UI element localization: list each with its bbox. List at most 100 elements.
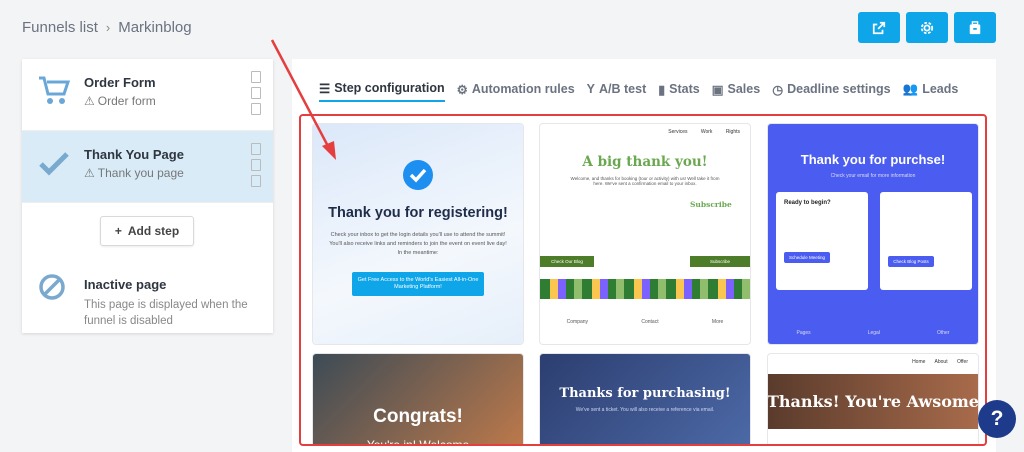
template-card-registration[interactable]: Thank you for registering! Check your in… [313, 124, 523, 344]
tab-stats[interactable]: ▮ Stats [658, 76, 699, 102]
template-card-congrats[interactable]: Congrats! You're in! Welcome [313, 354, 523, 446]
template-card-awesome[interactable]: Home About Offer Thanks! You're Awsome [768, 354, 978, 444]
template-nav: Home About Offer [912, 359, 968, 365]
template-subheading: You're in! Welcome [366, 438, 470, 446]
template-nav: Services Work Rights [668, 129, 740, 135]
footer-item: Legal [867, 330, 880, 336]
box-title: Ready to begin? [784, 200, 831, 206]
tab-deadline-settings[interactable]: ◷ Deadline settings [772, 76, 890, 102]
users-icon: 👥 [902, 81, 919, 96]
template-grid: Thank you for registering! Check your in… [299, 114, 987, 446]
template-heading: Thank you for registering! [328, 205, 508, 221]
trash-icon[interactable] [251, 175, 261, 187]
template-subscribe-button: Subscribe [690, 256, 750, 267]
breadcrumb: Funnels list › Markinblog [22, 19, 192, 36]
tab-label: Deadline settings [787, 82, 891, 96]
tab-label: Automation rules [471, 82, 575, 96]
tab-label: Sales [727, 82, 761, 96]
copy-icon[interactable] [251, 143, 261, 155]
settings-button[interactable] [906, 12, 948, 43]
gear-icon [920, 21, 934, 34]
tab-automation-rules[interactable]: ⚙ Automation rules [457, 76, 575, 102]
open-external-button[interactable] [858, 12, 900, 43]
template-footer: Company Contact More [540, 319, 750, 325]
inactive-title: Inactive page [84, 277, 167, 292]
template-card-purchase[interactable]: Thank you for purchse! Check your email … [768, 124, 978, 344]
tab-label: Step configuration [334, 81, 445, 95]
breadcrumb-root-link[interactable]: Funnels list [22, 19, 98, 36]
top-actions [858, 12, 996, 43]
cart-icon [39, 76, 70, 104]
footer-item: Other [936, 330, 950, 336]
step-subtitle-text: Order form [97, 94, 156, 108]
template-text: Welcome, and thanks for booking (tour or… [570, 176, 720, 186]
template-blog-button: Check Our Blog [540, 256, 594, 267]
template-heading: Thanks! You're Awsome [768, 374, 978, 429]
footer-item: More [711, 319, 724, 325]
step-tools [251, 71, 261, 115]
template-cta: Get Free Access to the World's Easiest A… [352, 272, 484, 296]
split-icon: Y [586, 82, 595, 96]
help-button[interactable]: ? [978, 400, 1016, 438]
footer-item: Contact [641, 319, 659, 325]
step-subtitle: ⚠ Order form [84, 94, 273, 108]
step-subtitle-text: Thank you page [97, 166, 184, 180]
step-order-form[interactable]: Order Form ⚠ Order form [22, 59, 273, 131]
template-box: Ready to begin? Schedule Meeting [776, 192, 868, 290]
template-card-thanks-purchasing[interactable]: Thanks for purchasing! We've sent a tick… [540, 354, 750, 444]
inactive-description: This page is displayed when the funnel i… [84, 299, 248, 327]
archive-icon [969, 20, 981, 34]
template-heading: Congrats! [373, 406, 463, 427]
funnel-steps-sidebar: Order Form ⚠ Order form Thank You Page ⚠ T… [22, 59, 273, 333]
warning-icon: ⚠ [84, 166, 95, 180]
step-subtitle: ⚠ Thank you page [84, 166, 273, 180]
tab-ab-test[interactable]: Y A/B test [587, 76, 647, 102]
verified-badge-icon [403, 160, 433, 190]
add-step-button[interactable]: + Add step [100, 216, 194, 246]
copy-icon[interactable] [251, 71, 261, 83]
tab-sales[interactable]: ▣ Sales [712, 76, 760, 102]
template-text: Check your inbox to get the login detail… [329, 232, 507, 256]
link-icon[interactable] [251, 159, 261, 171]
template-card-big-thank-you[interactable]: Services Work Rights A big thank you! We… [540, 124, 750, 344]
template-box: Check Blog Posts [880, 192, 972, 290]
trash-icon[interactable] [251, 103, 261, 115]
bar-chart-icon: ▮ [658, 82, 666, 97]
step-title: Order Form [84, 75, 156, 90]
template-text: Check your email for more information [830, 173, 916, 179]
ban-icon [39, 274, 65, 300]
main-panel: ☰ Step configuration ⚙ Automation rules YA… [292, 59, 996, 452]
money-icon: ▣ [711, 82, 724, 97]
inactive-page-step[interactable]: Inactive page This page is displayed whe… [22, 259, 273, 329]
clock-icon: ◷ [772, 82, 784, 97]
external-link-icon [872, 21, 886, 34]
tab-bar: ☰ Step configuration ⚙ Automation rules YA… [292, 59, 996, 102]
template-heading: Thanks for purchasing! [559, 386, 731, 401]
template-heading: A big thank you! [582, 154, 708, 170]
chevron-right-icon: › [105, 20, 111, 35]
template-text: We've sent a ticket. You will also recei… [575, 407, 715, 413]
add-step-label: Add step [127, 224, 180, 238]
footer-item: Company [566, 319, 589, 325]
template-footer: Pages Legal Other [768, 330, 978, 336]
template-heading: Thank you for purchse! [800, 152, 946, 167]
step-title: Thank You Page [84, 147, 184, 162]
link-icon[interactable] [251, 87, 261, 99]
checkmark-icon [39, 152, 69, 176]
export-button[interactable] [954, 12, 996, 43]
step-tools [251, 143, 261, 187]
box-button: Schedule Meeting [784, 252, 830, 263]
cogs-icon: ⚙ [456, 82, 468, 97]
step-thank-you-page[interactable]: Thank You Page ⚠ Thank you page [22, 131, 273, 203]
warning-icon: ⚠ [84, 94, 95, 108]
footer-item: Pages [796, 330, 811, 336]
tab-step-configuration[interactable]: ☰ Step configuration [319, 76, 445, 102]
plus-icon: + [114, 224, 122, 238]
box-button: Check Blog Posts [888, 256, 934, 267]
decorative-pattern [540, 279, 750, 299]
list-icon: ☰ [319, 81, 331, 96]
tab-label: Stats [669, 82, 700, 96]
tab-label: Leads [922, 82, 959, 96]
tab-leads[interactable]: 👥 Leads [903, 76, 959, 102]
tab-label: A/B test [599, 82, 647, 96]
